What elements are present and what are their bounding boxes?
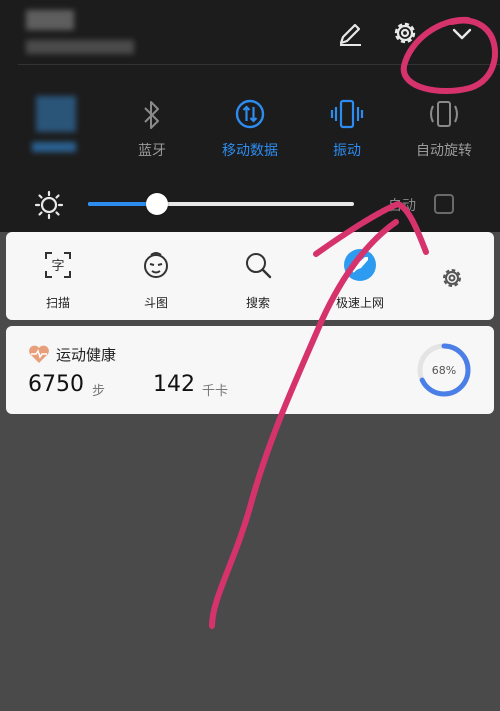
tool-search[interactable]: 搜索 (218, 248, 298, 311)
pencil-icon (339, 23, 361, 46)
progress-label: 68% (432, 364, 456, 377)
header-divider (18, 64, 500, 65)
edit-button[interactable] (334, 18, 366, 50)
settings-button[interactable] (388, 16, 422, 50)
auto-brightness-label: 自动 (388, 198, 416, 214)
blurred-quick-tile-label (32, 142, 76, 152)
brightness-slider-thumb[interactable] (146, 193, 169, 215)
bluetooth-icon (144, 101, 159, 129)
tool-scan-label: 扫描 (45, 296, 70, 310)
chevron-down-icon (452, 28, 472, 40)
tile-mobile-data[interactable]: 移动数据 (208, 88, 292, 160)
tool-fast-browse[interactable]: 极速上网 (320, 248, 400, 311)
tile-vibrate-label: 振动 (333, 143, 361, 159)
steps-value: 6750 (28, 372, 84, 397)
tool-meme[interactable]: 斗图 (116, 248, 196, 311)
scan-icon: 字 (45, 252, 71, 278)
tool-search-label: 搜索 (245, 296, 270, 310)
tile-auto-rotate[interactable]: 自动旋转 (402, 88, 486, 160)
svg-text:字: 字 (51, 259, 64, 274)
tools-settings-button[interactable] (436, 262, 468, 294)
calories-unit: 千卡 (202, 384, 229, 399)
tool-scan[interactable]: 字 扫描 (18, 248, 98, 311)
brightness-row: 自动 (0, 186, 500, 222)
tile-auto-rotate-label: 自动旋转 (416, 143, 472, 159)
tool-meme-label: 斗图 (143, 296, 168, 310)
tool-fast-browse-label: 极速上网 (335, 296, 384, 310)
tile-bluetooth[interactable]: 蓝牙 (110, 88, 194, 160)
tile-vibrate[interactable]: 振动 (305, 88, 389, 160)
steps-unit: 步 (92, 384, 106, 399)
auto-brightness-checkbox[interactable] (434, 194, 454, 214)
calories-value: 142 (153, 372, 195, 397)
meme-face-icon (144, 252, 168, 278)
search-icon (246, 253, 272, 279)
heart-pulse-icon (29, 345, 49, 363)
tile-mobile-data-label: 移动数据 (222, 143, 278, 159)
health-card[interactable]: 运动健康 6750 步 142 千卡 68% (6, 326, 494, 414)
gear-icon (394, 22, 416, 44)
collapse-button[interactable] (446, 18, 478, 50)
rocket-icon (344, 249, 376, 281)
tile-bluetooth-label: 蓝牙 (138, 143, 166, 159)
auto-rotate-icon (430, 101, 458, 127)
blurred-quick-tile (36, 96, 76, 132)
vibrate-icon (330, 99, 364, 129)
brightness-icon (34, 190, 64, 220)
health-title: 运动健康 (56, 346, 117, 364)
blurred-account-text (26, 40, 134, 54)
brightness-slider[interactable] (88, 202, 354, 206)
blurred-account-avatar (26, 10, 74, 30)
mobile-data-icon (235, 99, 265, 129)
progress-ring: 68% (417, 343, 471, 397)
tools-card: 字 扫描 斗图 搜索 极速上网 (6, 232, 494, 320)
notification-shade: 蓝牙 移动数据 振动 自动旋转 自动 (0, 0, 500, 232)
gear-icon (443, 269, 461, 287)
